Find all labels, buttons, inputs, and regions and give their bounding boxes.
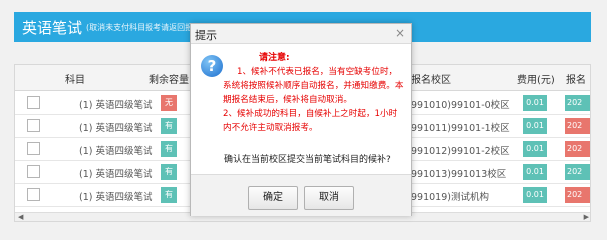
confirm-button[interactable]: 确定	[248, 186, 298, 210]
capacity-badge: 有	[161, 118, 177, 134]
row-checkbox[interactable]	[27, 188, 40, 201]
column-subject: 科目	[65, 75, 85, 86]
dialog-title: 提示	[195, 29, 217, 42]
time-badge: 202	[565, 118, 590, 134]
row-checkbox[interactable]	[27, 119, 40, 132]
time-badge: 202	[565, 141, 590, 157]
school-name: 991013)991013校区	[411, 169, 507, 180]
column-fee: 费用(元)	[517, 75, 555, 86]
column-time: 报名	[566, 75, 586, 86]
row-checkbox[interactable]	[27, 165, 40, 178]
page-title: 英语笔试	[22, 19, 83, 37]
question-icon: ?	[201, 55, 223, 77]
school-name: 991019)测试机构	[411, 192, 489, 203]
subject-name: (1) 英语四级笔试	[79, 192, 153, 203]
school-name: 991010)99101-0校区	[411, 100, 510, 111]
row-checkbox[interactable]	[27, 96, 40, 109]
time-badge: 202	[565, 95, 590, 111]
school-name: 991011)99101-1校区	[411, 123, 510, 134]
column-capacity: 剩余容量	[149, 75, 189, 86]
fee-badge: 0.01	[523, 95, 547, 111]
time-badge: 202	[565, 187, 590, 203]
fee-badge: 0.01	[523, 118, 547, 134]
subject-name: (1) 英语四级笔试	[79, 100, 153, 111]
column-school: 报名校区	[411, 75, 451, 86]
time-badge: 202	[565, 164, 590, 180]
close-icon[interactable]: ×	[395, 26, 405, 40]
fee-badge: 0.01	[523, 164, 547, 180]
waitlist-dialog: 提示 × ? 1、候补不代表已报名，当有空缺考位时，系统将按照候补顺序自动报名，…	[190, 23, 412, 216]
school-name: 991012)99101-2校区	[411, 146, 510, 157]
fee-badge: 0.01	[523, 187, 547, 203]
capacity-badge: 有	[161, 141, 177, 157]
notice-line-1: 1、候补不代表已报名，当有空缺考位时，系统将按照候补顺序自动报名，并通知缴费。本…	[223, 67, 404, 105]
dialog-header: 提示 ×	[191, 24, 411, 44]
scroll-left-icon[interactable]: ◀	[18, 213, 23, 221]
subject-name: (1) 英语四级笔试	[79, 146, 153, 157]
confirm-question: 确认在当前校区提交当前笔试科目的候补?	[224, 155, 391, 165]
subject-name: (1) 英语四级笔试	[79, 123, 153, 134]
dialog-message: 1、候补不代表已报名，当有空缺考位时，系统将按照候补顺序自动报名，并通知缴费。本…	[223, 51, 405, 135]
dialog-footer: 确定 取消	[191, 174, 411, 216]
capacity-badge: 无	[161, 95, 177, 111]
attention-label: 请注意:	[259, 53, 290, 63]
cancel-button[interactable]: 取消	[304, 186, 354, 210]
notice-line-2: 2、候补成功的科目，自候补上之时起，1小时内不允许主动取消报考。	[223, 109, 398, 133]
scroll-right-icon[interactable]: ▶	[584, 213, 589, 221]
capacity-badge: 有	[161, 164, 177, 180]
fee-badge: 0.01	[523, 141, 547, 157]
capacity-badge: 有	[161, 187, 177, 203]
row-checkbox[interactable]	[27, 142, 40, 155]
subject-name: (1) 英语四级笔试	[79, 169, 153, 180]
